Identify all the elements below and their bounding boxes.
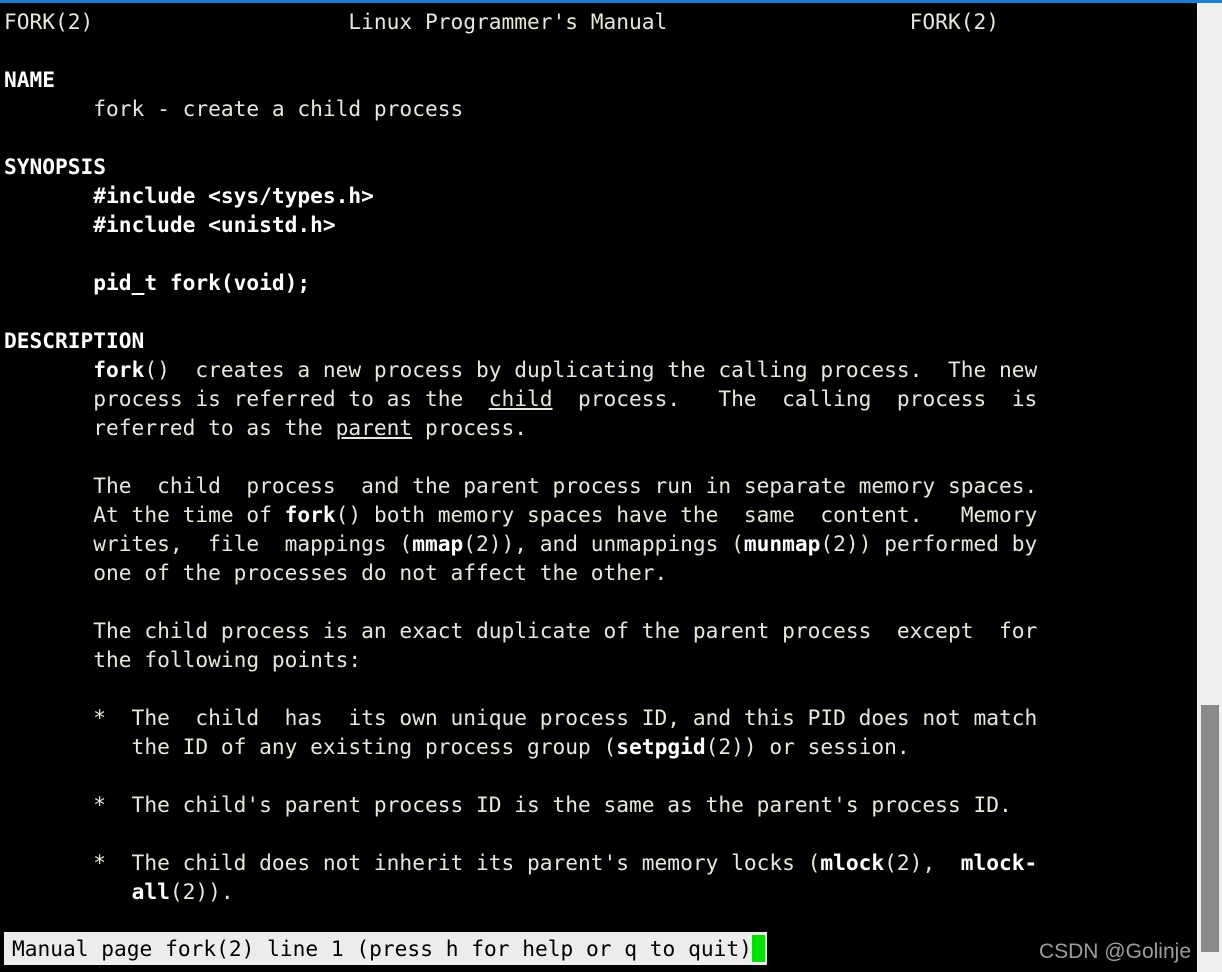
section-heading-name: NAME <box>0 65 1197 94</box>
description-p1-l1-rest: () creates a new process by duplicating … <box>144 357 1038 382</box>
include-unistd-text: #include <unistd.h> <box>93 212 336 237</box>
bullet-1-line2: the ID of any existing process group (se… <box>0 732 1197 761</box>
synopsis-prototype: pid_t fork(void); <box>0 268 1197 297</box>
child-underlined-term: child <box>488 386 553 411</box>
fork-bold-token: fork <box>284 502 336 527</box>
man-header-text: FORK(2) Linux Programmer's Manual FORK(2… <box>4 9 999 34</box>
synopsis-include-unistd: #include <unistd.h> <box>0 210 1197 239</box>
bullet-1-line1: * The child has its own unique process I… <box>0 703 1197 732</box>
description-p2-l3-mid: (2)), and unmappings ( <box>463 531 744 556</box>
name-description-line: fork - create a child process <box>0 94 1197 123</box>
bullet-3-l1-mid: (2), <box>884 850 961 875</box>
mlockall-bold-token-part2: all <box>131 879 170 904</box>
mlockall-bold-token-part1: mlock- <box>960 850 1038 875</box>
parent-underlined-term: parent <box>335 415 413 440</box>
name-description-text: fork - create a child process <box>4 96 464 121</box>
mlock-bold-token: mlock <box>820 850 885 875</box>
description-p3-l1-text: The child process is an exact duplicate … <box>4 618 1038 643</box>
vertical-scrollbar[interactable] <box>1197 3 1222 972</box>
description-paragraph2-line4: one of the processes do not affect the o… <box>0 558 1197 587</box>
bullet-2-l1-text: * The child's parent process ID is the s… <box>4 792 1012 817</box>
description-p1-l2-pre: process is referred to as the <box>4 386 489 411</box>
description-p1-l3-post: process. <box>412 415 528 440</box>
description-paragraph1-line3: referred to as the parent process. <box>0 413 1197 442</box>
description-paragraph3-line1: The child process is an exact duplicate … <box>0 616 1197 645</box>
bullet-3-line1: * The child does not inherit its parent'… <box>0 848 1197 877</box>
description-p1-l3-pre: referred to as the <box>4 415 336 440</box>
description-p2-l1-text: The child process and the parent process… <box>4 473 1038 498</box>
section-heading-description: DESCRIPTION <box>0 326 1197 355</box>
terminal-screen[interactable]: FORK(2) Linux Programmer's Manual FORK(2… <box>0 3 1197 972</box>
bullet-3-l1-pre: * The child does not inherit its parent'… <box>4 850 821 875</box>
description-p2-l3-pre: writes, file mappings ( <box>4 531 413 556</box>
description-paragraph2-line1: The child process and the parent process… <box>0 471 1197 500</box>
description-p2-l2-post: () both memory spaces have the same cont… <box>335 502 1038 527</box>
description-p1-l2-post: process. The calling process is <box>552 386 1038 411</box>
section-heading-synopsis: SYNOPSIS <box>0 152 1197 181</box>
pager-status-bar[interactable]: Manual page fork(2) line 1 (press h for … <box>4 932 767 965</box>
bullet-3-line2: all(2)). <box>0 877 1197 906</box>
man-pager-content: FORK(2) Linux Programmer's Manual FORK(2… <box>0 3 1197 906</box>
description-p3-l2-text: the following points: <box>4 647 362 672</box>
pager-status-text: Manual page fork(2) line 1 (press h for … <box>12 936 752 961</box>
window-top-accent-bar <box>0 0 1222 3</box>
mmap-bold-token: mmap <box>412 531 464 556</box>
description-paragraph2-line2: At the time of fork() both memory spaces… <box>0 500 1197 529</box>
description-paragraph2-line3: writes, file mappings (mmap(2)), and unm… <box>0 529 1197 558</box>
munmap-bold-token: munmap <box>743 531 821 556</box>
description-paragraph1-line1: fork() creates a new process by duplicat… <box>0 355 1197 384</box>
synopsis-include-sys-types: #include <sys/types.h> <box>0 181 1197 210</box>
man-header-line: FORK(2) Linux Programmer's Manual FORK(2… <box>0 7 1197 36</box>
bullet-1-l2-post: (2)) or session. <box>705 734 910 759</box>
fork-prototype-text: pid_t fork(void); <box>93 270 311 295</box>
section-heading-synopsis-text: SYNOPSIS <box>4 154 107 179</box>
description-paragraph1-line2: process is referred to as the child proc… <box>0 384 1197 413</box>
section-heading-description-text: DESCRIPTION <box>4 328 145 353</box>
bullet-1-l2-pre: the ID of any existing process group ( <box>4 734 617 759</box>
description-p2-l4-text: one of the processes do not affect the o… <box>4 560 668 585</box>
description-p2-l2-pre: At the time of <box>4 502 285 527</box>
terminal-cursor <box>751 935 765 962</box>
setpgid-bold-token: setpgid <box>616 734 706 759</box>
description-paragraph3-line2: the following points: <box>0 645 1197 674</box>
fork-bold-token: fork <box>93 357 145 382</box>
description-p2-l3-post: (2)) performed by <box>820 531 1038 556</box>
csdn-watermark: CSDN @Golinje <box>1038 940 1191 963</box>
bullet-2-line1: * The child's parent process ID is the s… <box>0 790 1197 819</box>
include-sys-types-text: #include <sys/types.h> <box>93 183 374 208</box>
scrollbar-thumb[interactable] <box>1201 705 1219 952</box>
bullet-3-l2-post: (2)). <box>169 879 234 904</box>
bullet-1-l1-text: * The child has its own unique process I… <box>4 705 1038 730</box>
section-heading-name-text: NAME <box>4 67 56 92</box>
